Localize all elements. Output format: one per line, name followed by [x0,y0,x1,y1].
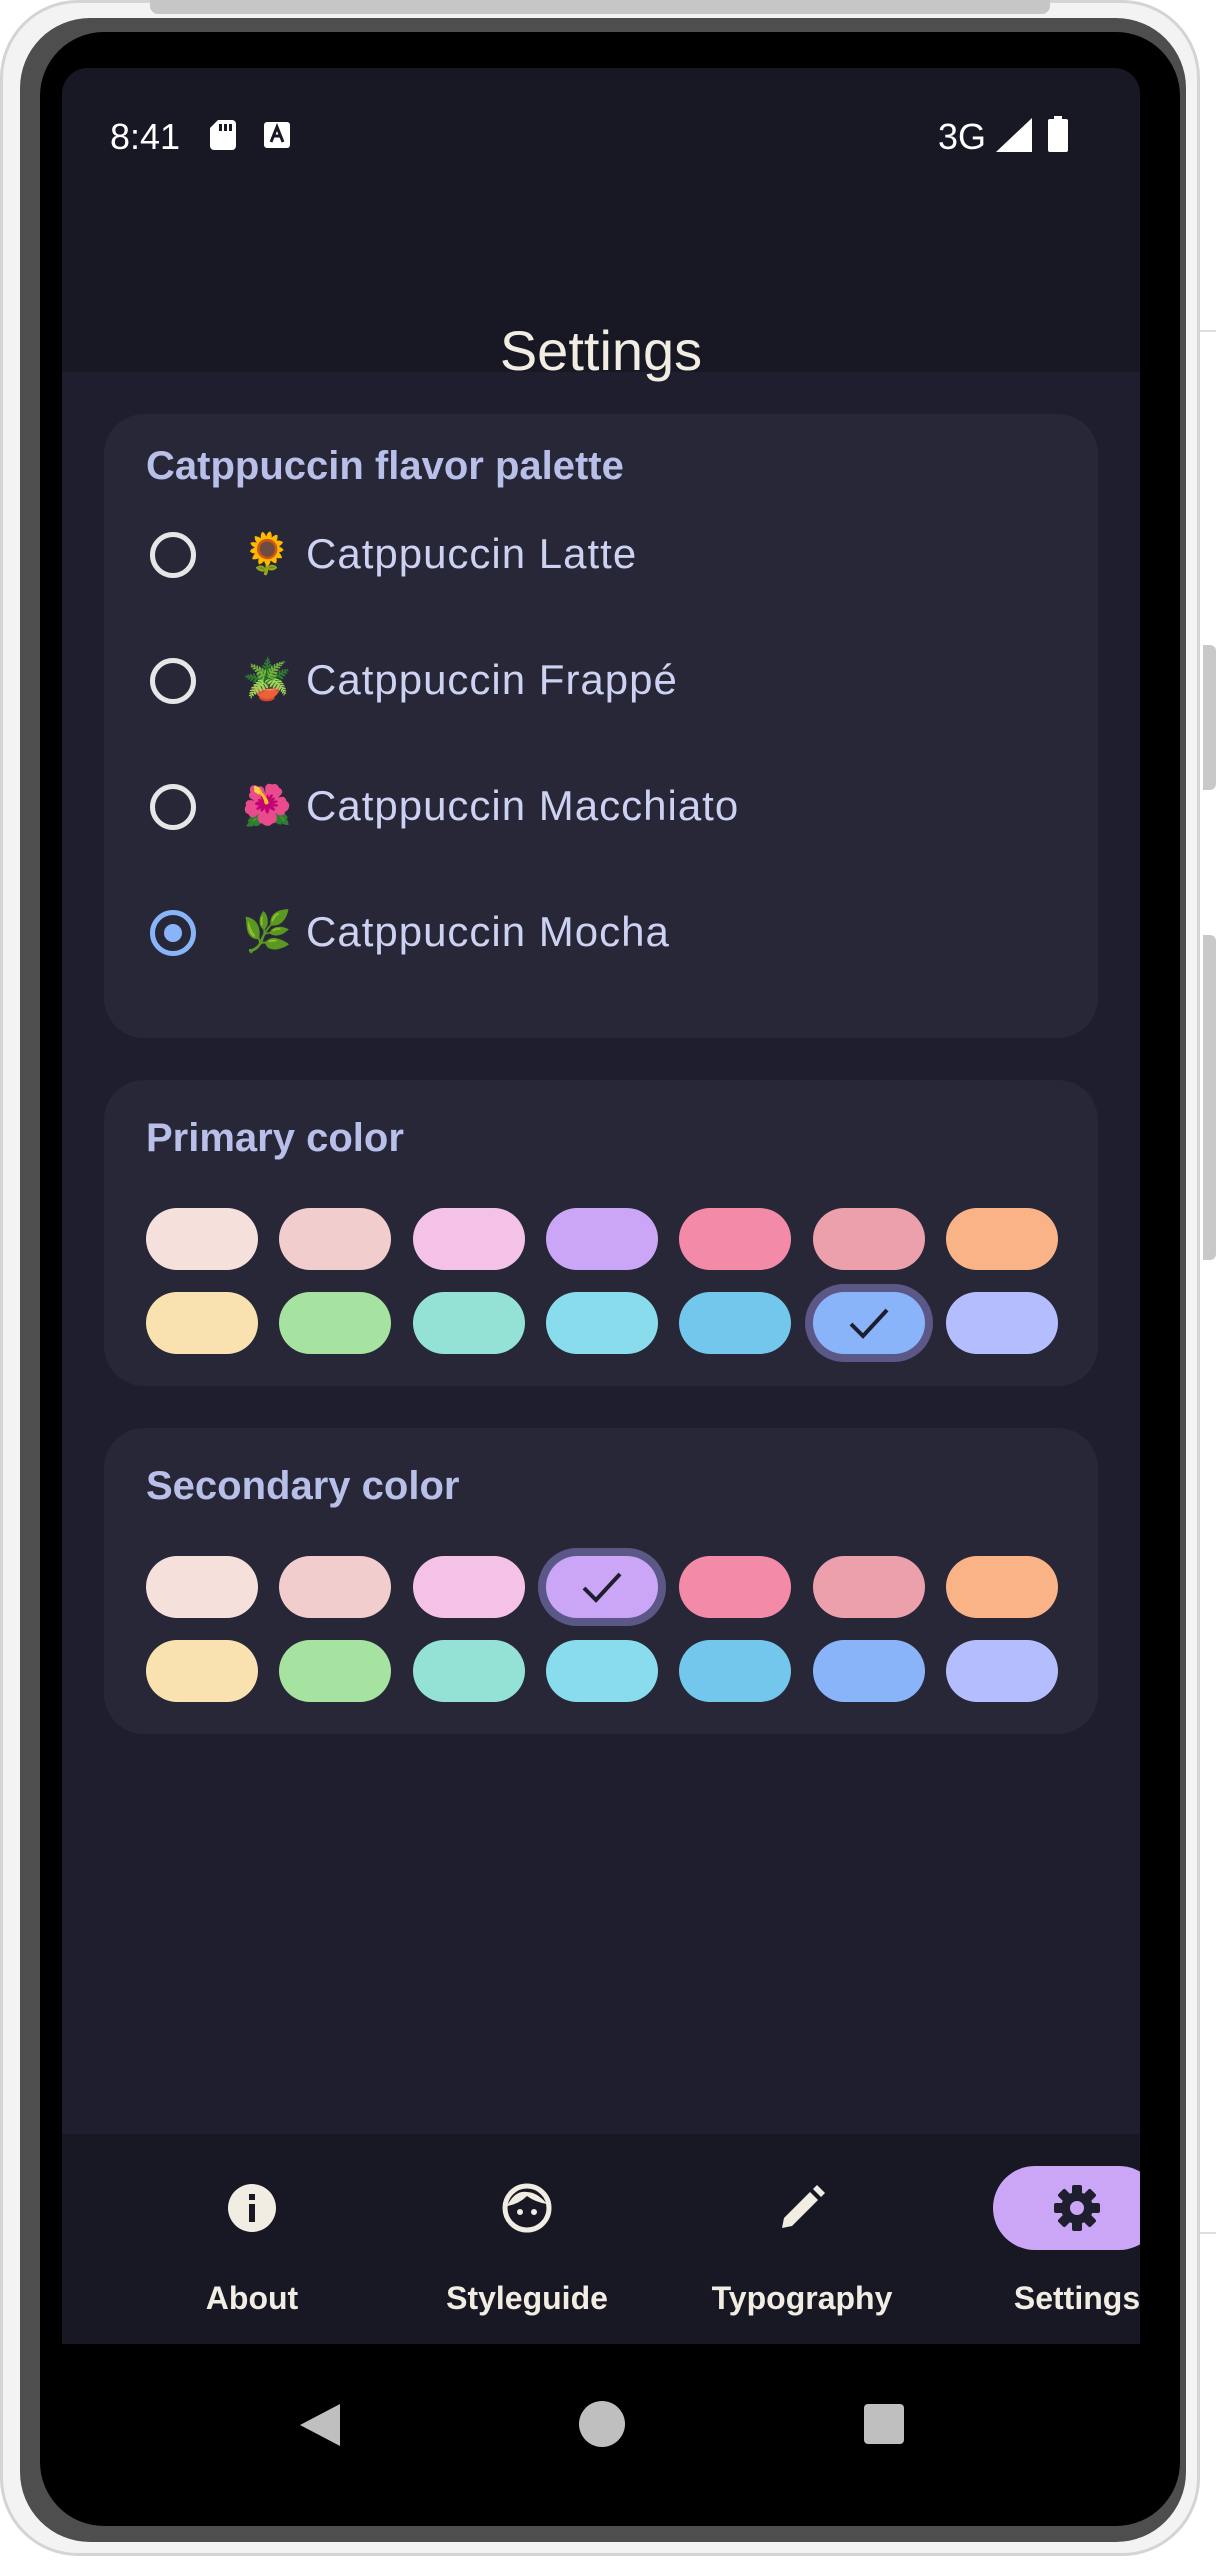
color-swatch[interactable] [146,1556,258,1618]
check-icon [582,1572,622,1603]
color-swatch[interactable] [679,1640,791,1702]
color-swatch[interactable] [813,1640,925,1702]
sd-card-icon [210,120,236,150]
color-swatch[interactable] [813,1556,925,1618]
nav-item-typography[interactable]: Typography [672,2134,932,2344]
color-swatch[interactable] [813,1208,925,1270]
color-swatch[interactable] [279,1208,391,1270]
flavor-emoji-icon: 🌿 [242,909,292,955]
nav-label: About [205,2280,299,2316]
color-swatch[interactable] [413,1640,525,1702]
color-swatch[interactable] [679,1292,791,1354]
gear-icon [1054,2185,1100,2231]
flavor-option[interactable]: 🌺 Catppuccin Macchiato [104,752,1098,878]
color-swatch[interactable] [279,1556,391,1618]
info-icon [228,2184,276,2232]
flavor-palette-card: Catppuccin flavor palette 🌻 Catppuccin La… [104,414,1098,1038]
color-swatch[interactable] [146,1292,258,1354]
nav-icon-container [718,2166,886,2250]
nav-label: Typography [711,2280,893,2316]
network-type: 3G [938,116,987,157]
radio-button[interactable] [150,784,196,830]
nav-item-styleguide[interactable]: Styleguide [397,2134,657,2344]
back-icon[interactable] [298,2402,342,2448]
color-swatch[interactable] [546,1640,658,1702]
flavor-emoji-icon: 🌻 [242,531,292,577]
flavor-label: Catppuccin Latte [306,530,638,577]
card-title: Secondary color [146,1464,460,1508]
nav-icon-container [168,2166,336,2250]
color-swatch[interactable] [546,1208,658,1270]
power-button[interactable] [1203,935,1216,1260]
color-swatch[interactable] [679,1556,791,1618]
secondary-color-card: Secondary color [104,1428,1098,1734]
bottom-navigation: About Styleguide Typography Settings [62,2134,1140,2344]
battery-icon [1048,116,1068,152]
flavor-option[interactable]: 🪴 Catppuccin Frappé [104,626,1098,752]
card-title: Catppuccin flavor palette [146,444,624,488]
flavor-label: Catppuccin Macchiato [306,782,740,829]
color-swatch[interactable] [146,1208,258,1270]
color-swatch[interactable] [946,1292,1058,1354]
nav-label: Settings [1013,2280,1140,2316]
device-top-edge [150,0,1050,14]
nav-icon-container-active [993,2166,1140,2250]
nav-item-settings[interactable]: Settings [947,2134,1140,2344]
recents-icon[interactable] [864,2404,904,2444]
text-a-icon [264,122,290,148]
color-swatch[interactable] [413,1292,525,1354]
color-swatch[interactable] [146,1640,258,1702]
color-swatch[interactable] [946,1208,1058,1270]
nav-label: Styleguide [446,2280,608,2316]
primary-color-card: Primary color [104,1080,1098,1386]
color-swatch[interactable] [413,1556,525,1618]
flavor-label: Catppuccin Frappé [306,656,678,703]
color-swatch[interactable] [413,1208,525,1270]
radio-button[interactable] [150,658,196,704]
card-title: Primary color [146,1116,404,1160]
face-icon [502,2183,552,2233]
flavor-label: Catppuccin Mocha [306,908,670,955]
check-icon [849,1308,889,1339]
color-swatch[interactable] [279,1640,391,1702]
signal-icon [996,118,1032,152]
color-swatch-selected[interactable] [546,1556,658,1618]
status-time: 8:41 [110,116,181,157]
color-swatch[interactable] [546,1292,658,1354]
home-icon[interactable] [578,2400,626,2448]
color-swatch[interactable] [679,1208,791,1270]
color-swatch[interactable] [946,1640,1058,1702]
system-navigation-bar [62,2344,1140,2500]
flavor-emoji-icon: 🪴 [242,657,292,703]
volume-button[interactable] [1203,645,1216,790]
page-title: Settings [499,319,703,382]
nav-icon-container [443,2166,611,2250]
pencil-icon [782,2185,825,2228]
color-swatch[interactable] [279,1292,391,1354]
color-swatch-selected[interactable] [813,1292,925,1354]
top-app-bar: 8:41 3G Settings [62,68,1140,382]
flavor-option[interactable]: 🌻 Catppuccin Latte [104,500,1098,626]
radio-button-selected[interactable] [150,910,196,956]
color-swatch[interactable] [946,1556,1058,1618]
screen: 8:41 3G Settings Catppuccin flavor palet… [62,68,1140,2500]
flavor-option[interactable]: 🌿 Catppuccin Mocha [104,878,1098,1004]
radio-button[interactable] [150,532,196,578]
nav-item-about[interactable]: About [122,2134,382,2344]
flavor-emoji-icon: 🌺 [242,783,292,829]
status-bar: 8:41 3G [62,68,1140,208]
